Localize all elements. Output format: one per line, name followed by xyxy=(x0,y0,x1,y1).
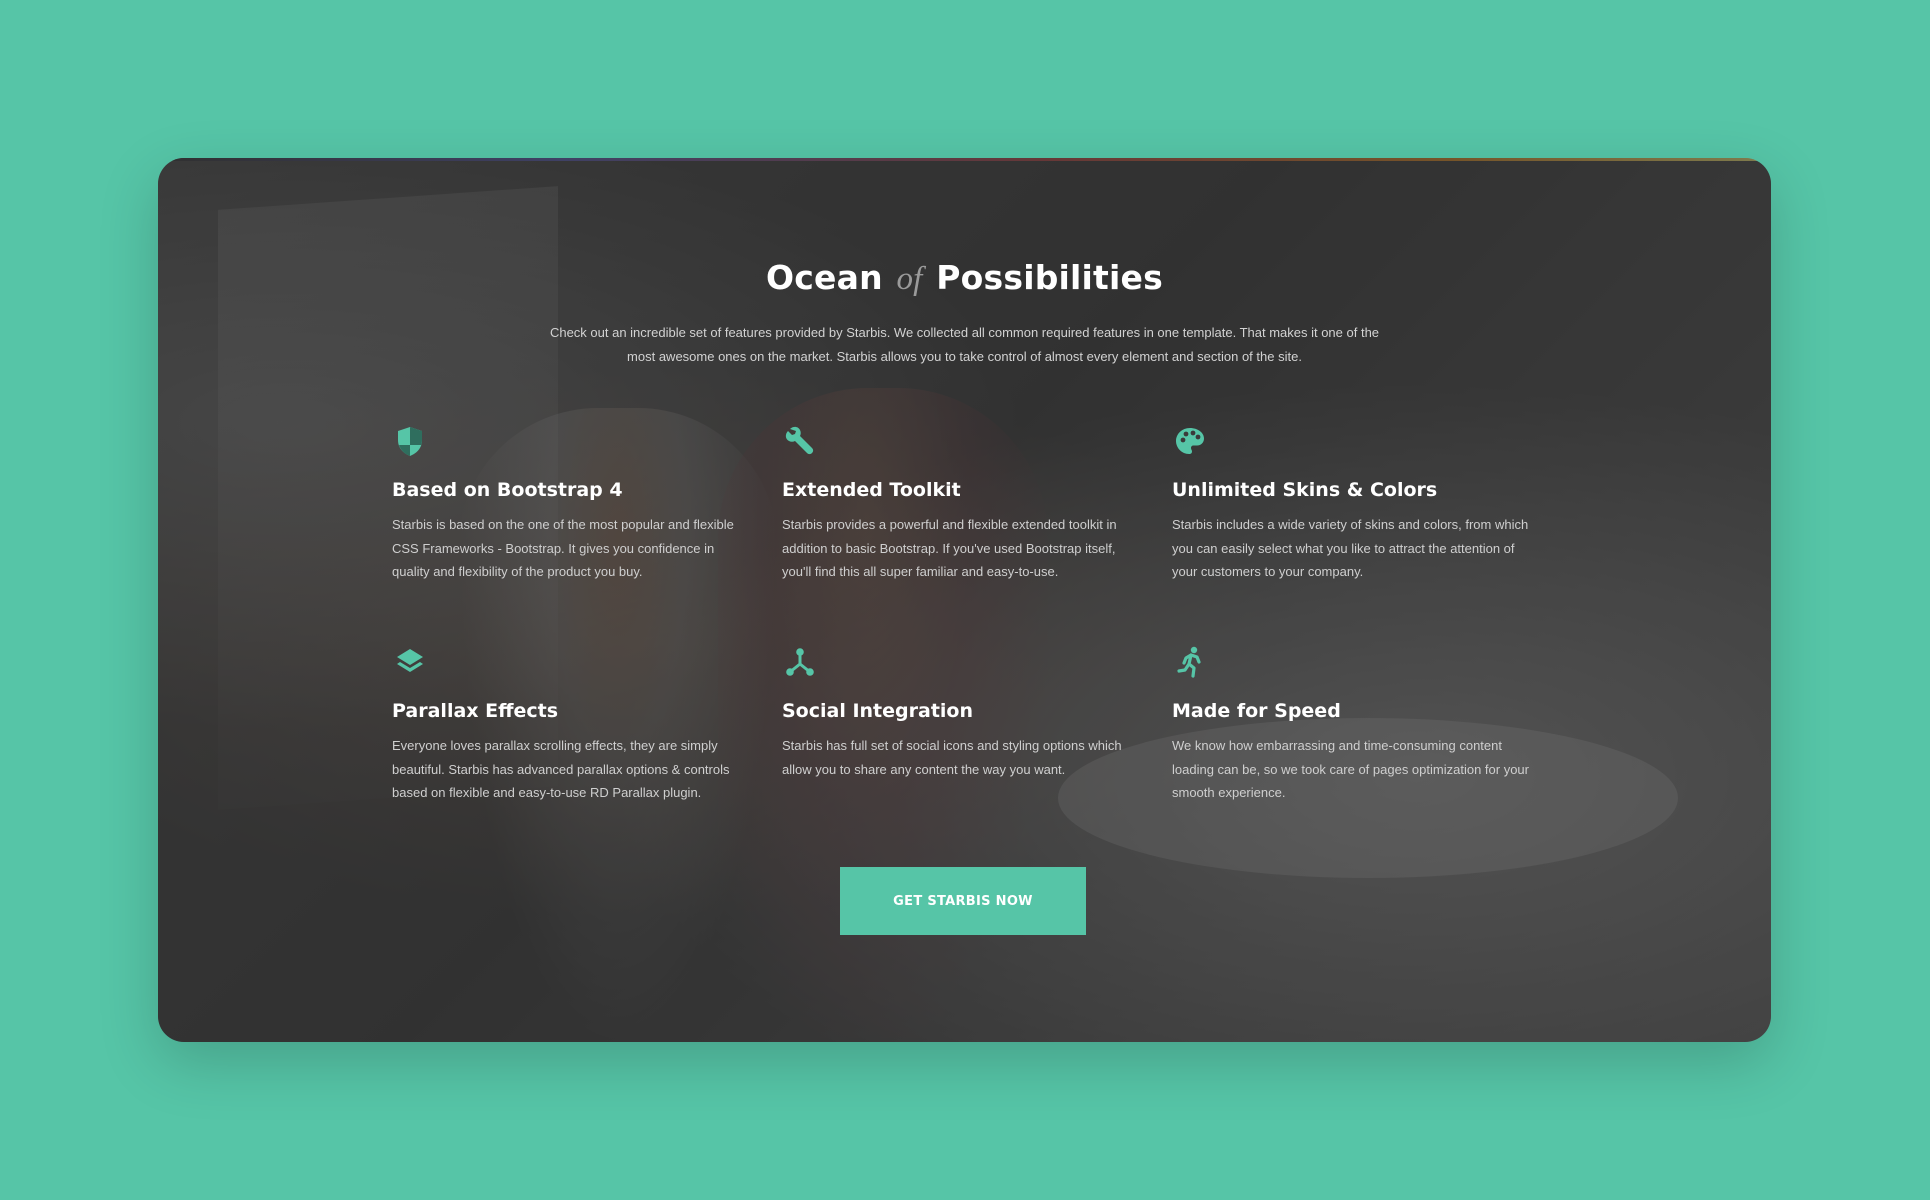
section-title: Ocean of Possibilities xyxy=(158,258,1771,298)
section-intro: Check out an incredible set of features … xyxy=(549,325,1380,364)
feature-text: Starbis is based on the one of the most … xyxy=(392,517,734,579)
feature-parallax: Parallax Effects Everyone loves parallax… xyxy=(392,644,752,805)
feature-text: Starbis includes a wide variety of skins… xyxy=(1172,517,1529,579)
feature-title: Social Integration xyxy=(782,700,973,722)
feature-social: Social Integration Starbis has full set … xyxy=(782,644,1142,781)
running-icon xyxy=(1172,644,1208,680)
feature-bootstrap: Based on Bootstrap 4 Starbis is based on… xyxy=(392,423,752,584)
title-part-1: Ocean xyxy=(766,258,883,297)
wrench-icon xyxy=(782,423,818,459)
feature-title: Unlimited Skins & Colors xyxy=(1172,479,1438,501)
title-of: of xyxy=(896,261,923,297)
feature-text: Starbis has full set of social icons and… xyxy=(782,738,1122,777)
feature-speed: Made for Speed We know how embarrassing … xyxy=(1172,644,1532,805)
feature-toolkit: Extended Toolkit Starbis provides a powe… xyxy=(782,423,1142,584)
feature-text: We know how embarrassing and time-consum… xyxy=(1172,738,1529,800)
title-part-2: Possibilities xyxy=(936,258,1163,297)
feature-skins: Unlimited Skins & Colors Starbis include… xyxy=(1172,423,1532,584)
palette-icon xyxy=(1172,423,1208,459)
feature-title: Extended Toolkit xyxy=(782,479,961,501)
feature-text: Starbis provides a powerful and flexible… xyxy=(782,517,1117,579)
share-nodes-icon xyxy=(782,644,818,680)
feature-title: Based on Bootstrap 4 xyxy=(392,479,623,501)
shield-icon xyxy=(392,423,428,459)
section-content: Ocean of Possibilities Check out an incr… xyxy=(158,158,1771,1042)
feature-title: Made for Speed xyxy=(1172,700,1341,722)
feature-section-card: Ocean of Possibilities Check out an incr… xyxy=(158,158,1771,1042)
feature-text: Everyone loves parallax scrolling effect… xyxy=(392,738,730,800)
get-starbis-now-button[interactable]: GET STARBIS NOW xyxy=(840,867,1086,935)
layers-icon xyxy=(392,644,428,680)
feature-title: Parallax Effects xyxy=(392,700,559,722)
